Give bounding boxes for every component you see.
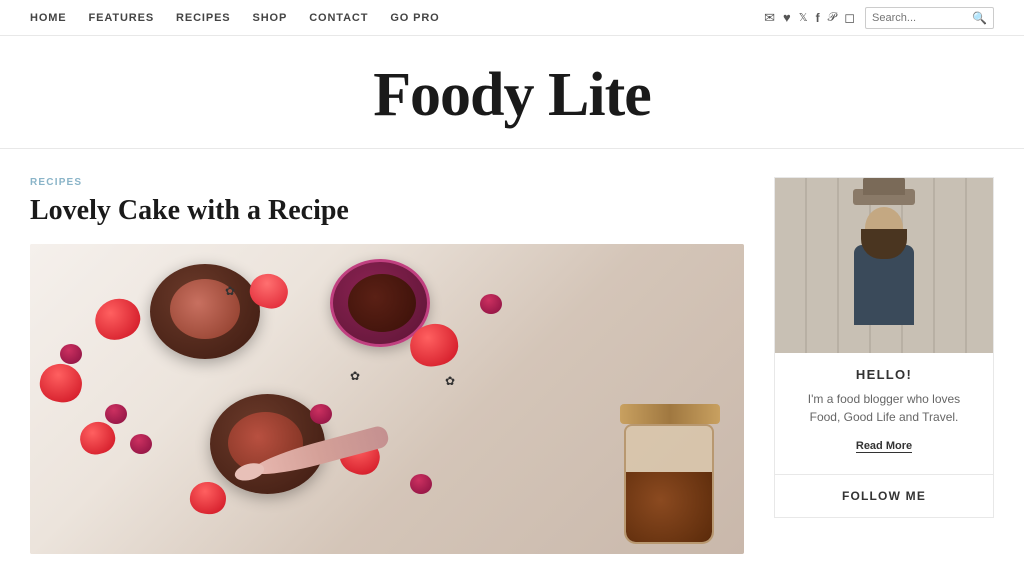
flower-1: ✿ bbox=[225, 284, 235, 299]
profile-img-canvas bbox=[775, 178, 993, 353]
nav-recipes[interactable]: RECIPES bbox=[176, 12, 230, 24]
heart-icon[interactable]: ♥ bbox=[783, 10, 791, 26]
raspberry-2 bbox=[105, 404, 127, 424]
nav-features[interactable]: FEATURES bbox=[89, 12, 155, 24]
raspberry-1 bbox=[60, 344, 82, 364]
search-box: 🔍 bbox=[865, 7, 994, 29]
post-title: Lovely Cake with a Recipe bbox=[30, 194, 744, 228]
strawberry-7 bbox=[189, 480, 228, 515]
raspberry-5 bbox=[480, 294, 502, 314]
main-container: RECIPES Lovely Cake with a Recipe bbox=[0, 149, 1024, 574]
search-button[interactable]: 🔍 bbox=[972, 11, 987, 25]
post-image: ✿ ✿ ✿ bbox=[30, 244, 744, 554]
person-head bbox=[865, 207, 903, 249]
sidebar-profile-card: HELLO! I'm a food blogger who loves Food… bbox=[774, 177, 994, 475]
search-input[interactable] bbox=[872, 12, 972, 24]
flower-3: ✿ bbox=[445, 374, 455, 389]
nav-home[interactable]: HOME bbox=[30, 12, 67, 24]
sidebar-hello: HELLO! bbox=[775, 367, 993, 382]
nav-right: ✉ ♥ 𝕏 f 𝒫 ◻ 🔍 bbox=[764, 7, 994, 29]
twitter-icon[interactable]: 𝕏 bbox=[799, 11, 808, 24]
main-nav: HOME FEATURES RECIPES SHOP CONTACT GO PR… bbox=[0, 0, 1024, 36]
post-image-canvas: ✿ ✿ ✿ bbox=[30, 244, 744, 554]
profile-image bbox=[775, 178, 993, 353]
jar-lid bbox=[620, 404, 720, 424]
pinterest-icon[interactable]: 𝒫 bbox=[828, 10, 837, 25]
post-category: RECIPES bbox=[30, 177, 744, 188]
raspberry-3 bbox=[310, 404, 332, 424]
instagram-icon[interactable]: ◻ bbox=[844, 10, 855, 26]
sidebar-readmore-link[interactable]: Read More bbox=[856, 440, 912, 453]
person-hair bbox=[861, 229, 907, 259]
site-title: Foody Lite bbox=[0, 64, 1024, 126]
nav-contact[interactable]: CONTACT bbox=[309, 12, 368, 24]
strawberry-3 bbox=[37, 360, 85, 405]
sidebar-follow-section: FOLLOW ME bbox=[774, 475, 994, 518]
sidebar-bio: I'm a food blogger who loves Food, Good … bbox=[775, 390, 993, 426]
food-bowl-3 bbox=[210, 394, 325, 494]
food-bowl-1 bbox=[150, 264, 260, 359]
strawberry-4 bbox=[76, 418, 118, 458]
site-header: Foody Lite bbox=[0, 36, 1024, 149]
jar bbox=[624, 424, 714, 544]
nav-links: HOME FEATURES RECIPES SHOP CONTACT GO PR… bbox=[30, 12, 440, 24]
strawberry-1 bbox=[90, 292, 146, 345]
sidebar: HELLO! I'm a food blogger who loves Food… bbox=[774, 177, 994, 554]
flower-2: ✿ bbox=[350, 369, 360, 384]
facebook-icon[interactable]: f bbox=[816, 11, 820, 25]
nav-shop[interactable]: SHOP bbox=[253, 12, 288, 24]
content-area: RECIPES Lovely Cake with a Recipe bbox=[30, 177, 744, 554]
nav-social-icons: ✉ ♥ 𝕏 f 𝒫 ◻ bbox=[764, 10, 855, 26]
email-icon[interactable]: ✉ bbox=[764, 10, 775, 26]
raspberry-4 bbox=[130, 434, 152, 454]
sidebar-follow-title: FOLLOW ME bbox=[789, 489, 979, 503]
raspberry-6 bbox=[410, 474, 432, 494]
person-figure bbox=[854, 207, 914, 325]
nav-gopro[interactable]: GO PRO bbox=[390, 12, 439, 24]
